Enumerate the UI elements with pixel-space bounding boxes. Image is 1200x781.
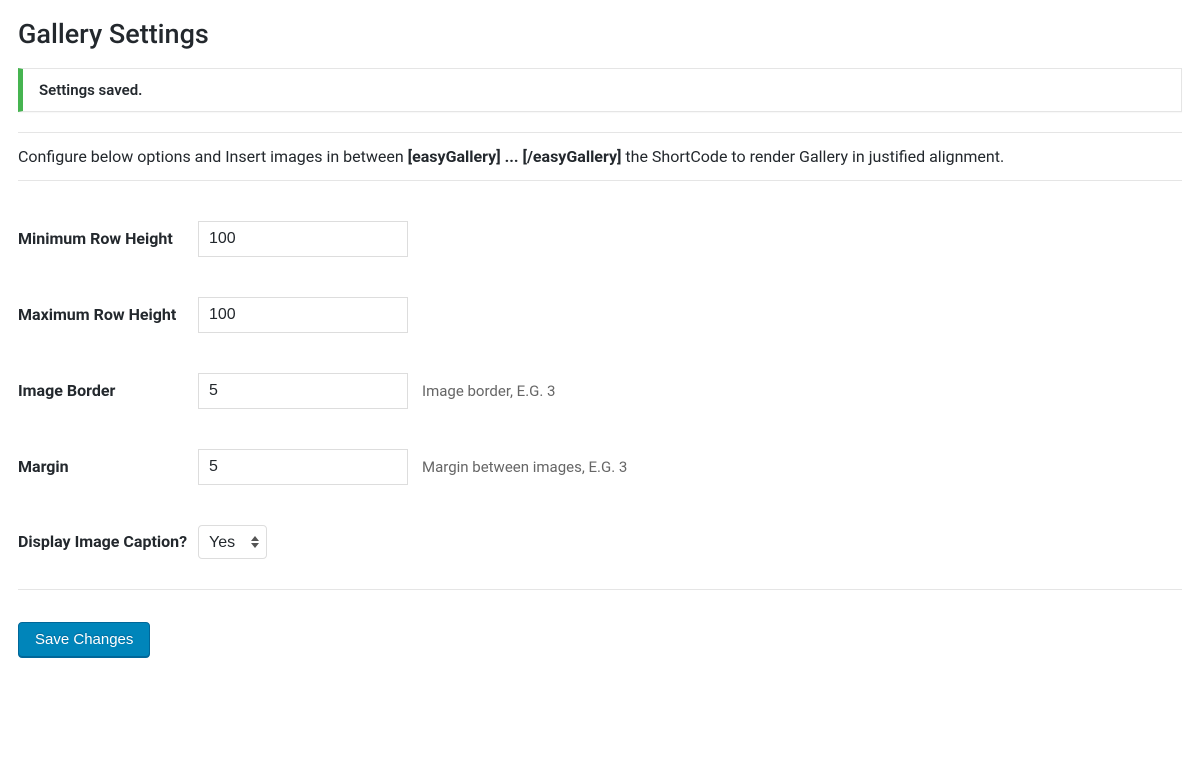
- shortcode-close: [/easyGallery]: [523, 147, 622, 166]
- input-max-row-height[interactable]: [198, 297, 408, 333]
- hint-image-border: Image border, E.G. 3: [422, 382, 555, 400]
- hint-margin: Margin between images, E.G. 3: [422, 458, 627, 476]
- select-display-caption[interactable]: Yes: [198, 525, 267, 559]
- notice-success: Settings saved.: [18, 68, 1182, 112]
- field-margin: Margin Margin between images, E.G. 3: [18, 429, 1182, 505]
- label-margin: Margin: [18, 456, 198, 478]
- settings-description: Configure below options and Insert image…: [18, 132, 1182, 181]
- shortcode-open: [easyGallery]: [408, 147, 501, 166]
- field-display-caption: Display Image Caption? Yes: [18, 505, 1182, 579]
- desc-after: the ShortCode to render Gallery in justi…: [621, 147, 1004, 166]
- label-display-caption: Display Image Caption?: [18, 531, 198, 553]
- input-margin[interactable]: [198, 449, 408, 485]
- desc-dots: ...: [501, 147, 523, 166]
- desc-before: Configure below options and Insert image…: [18, 147, 408, 166]
- label-min-row-height: Minimum Row Height: [18, 228, 198, 250]
- label-max-row-height: Maximum Row Height: [18, 304, 198, 326]
- settings-form: Minimum Row Height Maximum Row Height Im…: [18, 181, 1182, 657]
- field-image-border: Image Border Image border, E.G. 3: [18, 353, 1182, 429]
- label-image-border: Image Border: [18, 380, 198, 402]
- field-max-row-height: Maximum Row Height: [18, 277, 1182, 353]
- save-changes-button[interactable]: Save Changes: [18, 622, 150, 657]
- input-min-row-height[interactable]: [198, 221, 408, 257]
- field-min-row-height: Minimum Row Height: [18, 201, 1182, 277]
- input-image-border[interactable]: [198, 373, 408, 409]
- page-title: Gallery Settings: [18, 18, 1182, 50]
- notice-message: Settings saved.: [39, 81, 1165, 99]
